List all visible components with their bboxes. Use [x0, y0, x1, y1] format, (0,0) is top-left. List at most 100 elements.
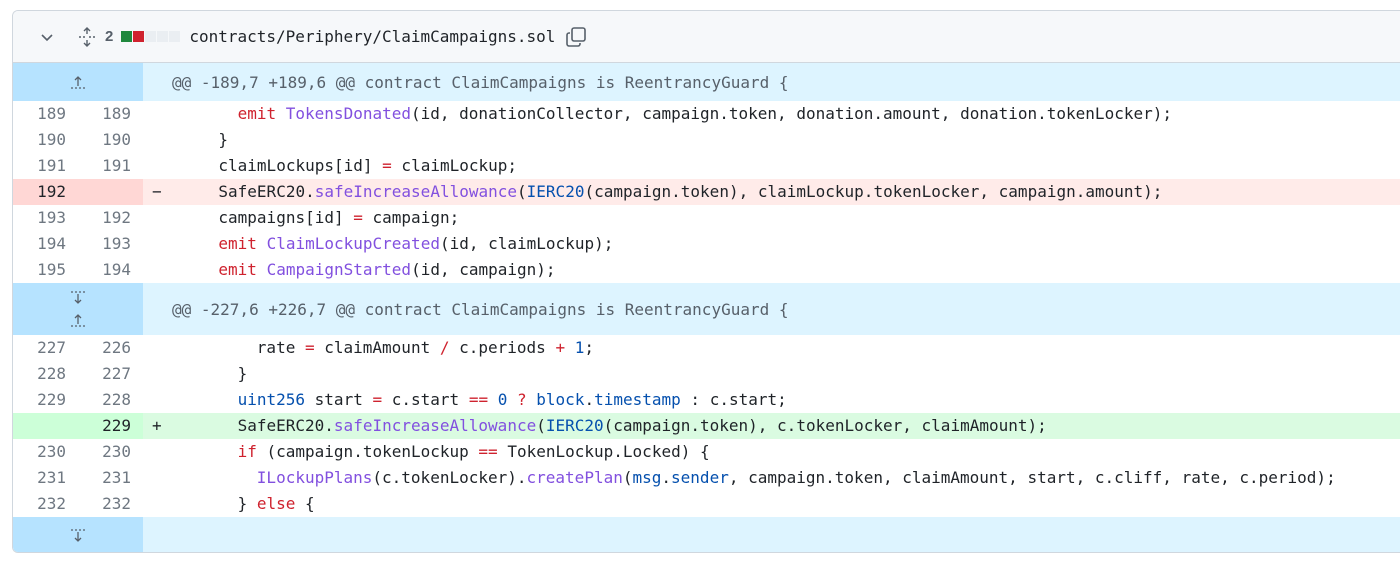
hunk-expander	[13, 63, 143, 101]
old-line-number[interactable]: 229	[13, 387, 78, 413]
code-token: start	[305, 390, 373, 409]
code-token: timestamp	[594, 390, 681, 409]
code-token: SafeERC20.	[218, 182, 315, 201]
code-token: c.start	[382, 390, 469, 409]
code-token: =	[382, 156, 392, 175]
code-token: (	[536, 416, 546, 435]
added-line: 229 + SafeERC20.safeIncreaseAllowance(IERC…	[13, 413, 1400, 439]
diff-file: 2 contracts/Periphery/ClaimCampaigns.sol…	[12, 10, 1400, 553]
diffstat-neutral-square	[169, 31, 181, 42]
code-token: claimAmount	[314, 338, 440, 357]
old-line-number[interactable]: 195	[13, 257, 78, 283]
diff-marker	[143, 439, 171, 465]
diffstat-add-square	[121, 31, 133, 42]
code-token: uint256	[237, 390, 306, 409]
code-token: rate	[256, 338, 305, 357]
file-name[interactable]: contracts/Periphery/ClaimCampaigns.sol	[189, 27, 555, 46]
hunk-expander	[13, 517, 143, 552]
code-token: safeIncreaseAllowance	[314, 182, 518, 201]
diff-marker	[143, 361, 171, 387]
diffstat-neutral-square	[145, 31, 157, 42]
code-token: emit	[218, 234, 257, 253]
context-line: 230 230 if (campaign.tokenLockup == TokenL…	[13, 439, 1400, 465]
code-token: safeIncreaseAllowance	[333, 416, 537, 435]
new-line-number[interactable]: 194	[78, 257, 143, 283]
code-token: (id, campaign);	[411, 260, 556, 279]
hunk-header: @@ -227,6 +226,7 @@ contract ClaimCampai…	[13, 283, 1400, 335]
old-line-number[interactable]: 191	[13, 153, 78, 179]
code-token: (	[517, 182, 527, 201]
diff-marker	[143, 127, 171, 153]
code-token: c.periods	[449, 338, 556, 357]
diff-marker	[143, 491, 171, 517]
expand-up-icon[interactable]	[68, 309, 88, 331]
new-line-number[interactable]: 227	[78, 361, 143, 387]
expand-up-icon[interactable]	[68, 71, 88, 93]
old-line-number[interactable]: 189	[13, 101, 78, 127]
new-line-number[interactable]: 192	[78, 205, 143, 231]
diffstat-neutral-square	[157, 31, 169, 42]
new-line-number[interactable]: 232	[78, 491, 143, 517]
diff-marker	[143, 387, 171, 413]
new-line-number[interactable]: 189	[78, 101, 143, 127]
code-line: emit TokensDonated(id, donationCollector…	[171, 101, 1172, 127]
old-line-number[interactable]: 232	[13, 491, 78, 517]
code-line: rate = claimAmount / c.periods + 1;	[171, 335, 594, 361]
context-line: 232 232} else {	[13, 491, 1400, 517]
code-token: campaigns[id]	[218, 208, 354, 227]
code-token: : c.start;	[680, 390, 787, 409]
context-line: 190 190}	[13, 127, 1400, 153]
context-line: 231 231 ILockupPlans(c.tokenLocker).create…	[13, 465, 1400, 491]
diffstat-del-square	[133, 31, 145, 42]
code-token: TokenLockup.Locked) {	[497, 442, 710, 461]
code-token: +	[555, 338, 566, 357]
new-line-number[interactable]: 228	[78, 387, 143, 413]
copy-icon[interactable]	[565, 26, 587, 48]
code-line: SafeERC20.safeIncreaseAllowance(IERC20(c…	[171, 413, 1047, 439]
old-line-number[interactable]: 194	[13, 231, 78, 257]
code-token: ClaimLockupCreated	[266, 234, 440, 253]
old-line-number[interactable]: 231	[13, 465, 78, 491]
new-line-number[interactable]: 193	[78, 231, 143, 257]
context-line: 195 194 emit CampaignStarted(id, campaign)…	[13, 257, 1400, 283]
new-line-number[interactable]: 231	[78, 465, 143, 491]
old-line-number[interactable]: 193	[13, 205, 78, 231]
code-token: block	[536, 390, 585, 409]
code-token: =	[304, 338, 315, 357]
chevron-down-icon[interactable]	[38, 29, 56, 45]
expand-down-icon[interactable]	[68, 287, 88, 309]
context-line: 191 191 claimLockups[id] = claimLockup;	[13, 153, 1400, 179]
new-line-number[interactable]	[78, 179, 143, 205]
hunk-footer	[13, 517, 1400, 552]
code-token: SafeERC20.	[237, 416, 334, 435]
code-token: sender	[671, 468, 729, 487]
code-token: (c.tokenLocker).	[372, 468, 527, 487]
code-token: emit	[237, 104, 277, 123]
hunk-lines: 227 226 rate = claimAmount / c.periods + 1…	[13, 335, 1400, 517]
old-line-number[interactable]: 192	[13, 179, 78, 205]
diff-marker: −	[152, 182, 162, 201]
diff-marker	[143, 231, 171, 257]
new-line-number[interactable]: 226	[78, 335, 143, 361]
new-line-number[interactable]: 229	[78, 413, 143, 439]
code-token: }	[237, 364, 248, 383]
code-token: (campaign.token), c.tokenLocker, claimAm…	[603, 416, 1047, 435]
old-line-number[interactable]: 190	[13, 127, 78, 153]
old-line-number[interactable]: 228	[13, 361, 78, 387]
code-token: TokensDonated	[285, 104, 411, 123]
code-token: }	[237, 494, 257, 513]
expand-down-icon[interactable]	[68, 525, 88, 547]
old-line-number[interactable]: 230	[13, 439, 78, 465]
code-token: 1	[574, 338, 585, 357]
unfold-icon[interactable]	[78, 26, 96, 47]
old-line-number[interactable]	[13, 413, 78, 439]
code-token: emit	[218, 260, 257, 279]
new-line-number[interactable]: 191	[78, 153, 143, 179]
diff-marker	[143, 465, 171, 491]
old-line-number[interactable]: 227	[13, 335, 78, 361]
code-token: =	[372, 390, 383, 409]
new-line-number[interactable]: 230	[78, 439, 143, 465]
new-line-number[interactable]: 190	[78, 127, 143, 153]
code-line: }	[171, 127, 228, 153]
